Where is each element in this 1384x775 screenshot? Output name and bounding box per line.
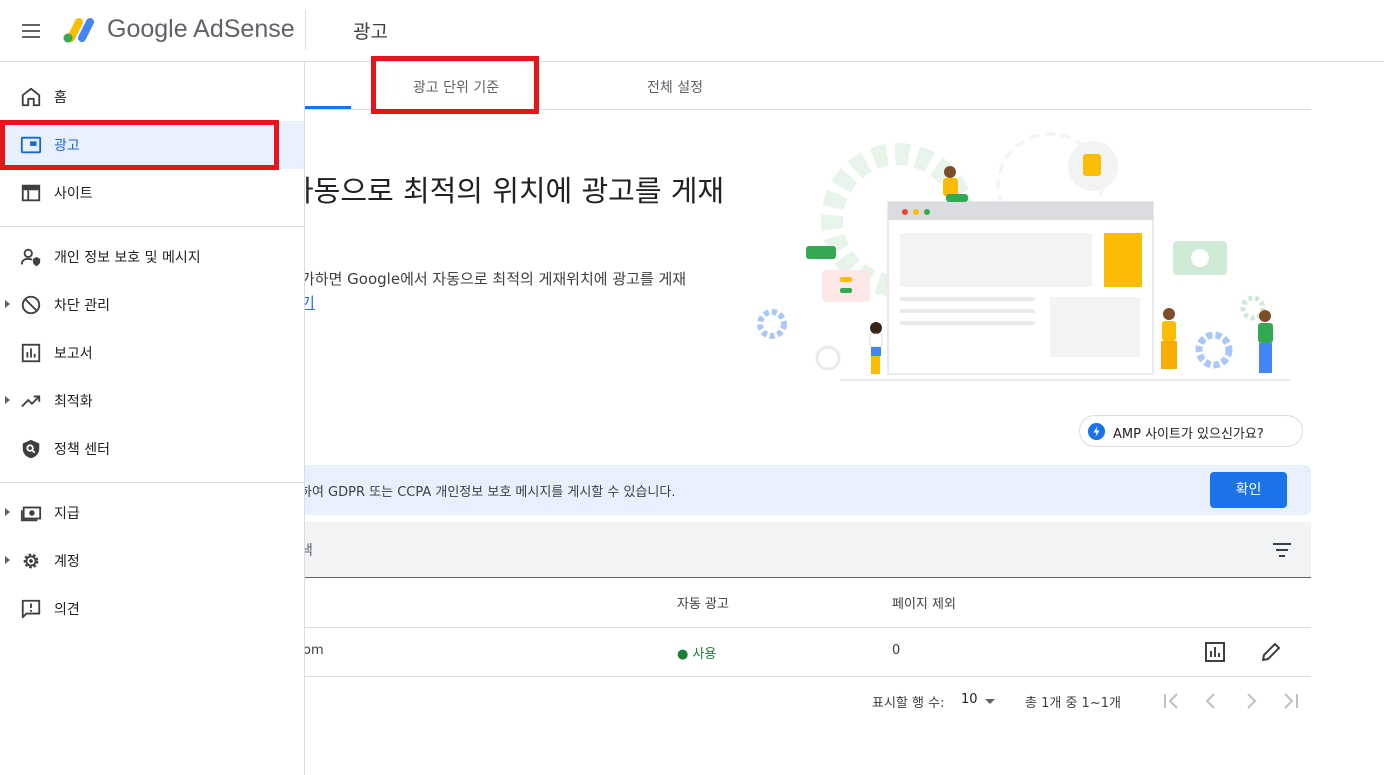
top-app-bar: Google AdSense 광고: [0, 0, 1384, 62]
banner-text: 하여 GDPR 또는 CCPA 개인정보 보호 메시지를 게시할 수 있습니다.: [300, 485, 676, 500]
tab-label: 전체 설정: [647, 80, 703, 96]
sidebar-divider: [0, 226, 304, 227]
edit-pencil-icon[interactable]: [1259, 640, 1283, 664]
sidebar-item-label: 광고: [54, 138, 80, 154]
feedback-icon: [21, 599, 41, 619]
expand-caret-icon[interactable]: [5, 556, 10, 564]
adsense-logo-icon: [63, 18, 94, 43]
sidebar: 홈 광고 사이트 개인 정보 보호 및 메시지 차단 관리 보고서 최적화 정책…: [0, 62, 305, 775]
amp-lightning-icon: [1088, 423, 1105, 440]
hero-title: 자동으로 최적의 위치에 광고를 게재: [287, 174, 725, 208]
column-header-excluded-pages[interactable]: 페이지 제외: [892, 593, 956, 612]
rows-per-page-label: 표시할 행 수:: [872, 696, 945, 711]
privacy-message-banner: 하여 GDPR 또는 CCPA 개인정보 보호 메시지를 게시할 수 있습니다.…: [300, 465, 1311, 515]
sidebar-item-account[interactable]: 계정: [0, 537, 304, 585]
rows-per-page-select[interactable]: 10: [961, 692, 978, 707]
sidebar-item-label: 최적화: [54, 394, 93, 410]
amp-site-button[interactable]: AMP 사이트가 있으신가요?: [1079, 415, 1303, 447]
confirm-button[interactable]: 확인: [1210, 472, 1287, 508]
sidebar-item-blocking[interactable]: 차단 관리: [0, 281, 304, 329]
tab-global-settings[interactable]: 전체 설정: [600, 62, 750, 110]
sidebar-item-sites[interactable]: 사이트: [0, 169, 304, 217]
ads-icon: [20, 136, 42, 154]
sidebar-item-label: 보고서: [54, 346, 93, 362]
site-cell[interactable]: om: [303, 643, 324, 658]
auto-ads-illustration: [757, 132, 1290, 381]
expand-caret-icon[interactable]: [5, 508, 10, 516]
pagination-range: 총 1개 중 1~1개: [1025, 696, 1121, 711]
sidebar-item-reports[interactable]: 보고서: [0, 329, 304, 377]
home-icon: [21, 87, 41, 107]
tabs-divider: [305, 109, 1311, 110]
sidebar-item-label: 정책 센터: [54, 442, 110, 458]
sidebar-item-policy[interactable]: 정책 센터: [0, 425, 304, 473]
sidebar-item-home[interactable]: 홈: [0, 73, 304, 121]
auto-ads-status: ● 사용: [677, 647, 717, 662]
sidebar-divider: [0, 482, 304, 483]
hero-description: 가하면 Google에서 자동으로 최적의 게재위치에 광고를 게재: [301, 270, 687, 288]
row-divider: [305, 627, 1311, 628]
block-icon: [21, 295, 41, 315]
hamburger-menu-icon[interactable]: [16, 16, 46, 46]
search-bar[interactable]: 색: [300, 522, 1311, 578]
sidebar-item-label: 지급: [54, 506, 80, 522]
header-divider: [305, 10, 306, 50]
sidebar-item-label: 의견: [54, 602, 80, 618]
privacy-icon: [20, 248, 41, 267]
previous-page-icon[interactable]: [1198, 688, 1224, 714]
sidebar-item-payments[interactable]: 지급: [0, 489, 304, 537]
first-page-icon[interactable]: [1158, 688, 1184, 714]
sidebar-item-label: 사이트: [54, 186, 93, 202]
page-title: 광고: [353, 21, 388, 43]
sidebar-item-label: 홈: [54, 90, 67, 106]
last-page-icon[interactable]: [1278, 688, 1304, 714]
sidebar-item-optimization[interactable]: 최적화: [0, 377, 304, 425]
row-divider: [305, 676, 1311, 677]
amp-button-label: AMP 사이트가 있으신가요?: [1113, 427, 1264, 442]
sites-icon: [21, 184, 41, 202]
filter-icon[interactable]: [1271, 540, 1293, 560]
sidebar-item-label: 차단 관리: [54, 298, 110, 314]
dropdown-caret-icon[interactable]: [985, 699, 995, 704]
expand-caret-icon[interactable]: [5, 300, 10, 308]
tab-ad-units[interactable]: 광고 단위 기준: [380, 62, 532, 110]
tab-label: 광고 단위 기준: [412, 80, 500, 96]
report-icon: [21, 343, 41, 363]
sidebar-item-label: 계정: [54, 554, 80, 570]
column-header-auto-ads[interactable]: 자동 광고: [677, 593, 729, 612]
sidebar-item-ads[interactable]: 광고: [0, 121, 304, 169]
sidebar-item-privacy[interactable]: 개인 정보 보호 및 메시지: [0, 233, 304, 281]
trending-icon: [21, 395, 41, 408]
policy-icon: [22, 439, 40, 459]
next-page-icon[interactable]: [1238, 688, 1264, 714]
payments-icon: [20, 506, 42, 522]
sidebar-item-feedback[interactable]: 의견: [0, 585, 304, 633]
brand-name: Google AdSense: [107, 15, 295, 43]
sidebar-item-label: 개인 정보 보호 및 메시지: [54, 250, 201, 266]
excluded-pages-cell: 0: [892, 643, 901, 658]
expand-caret-icon[interactable]: [5, 396, 10, 404]
report-icon[interactable]: [1203, 640, 1227, 664]
gear-icon: [23, 553, 39, 569]
